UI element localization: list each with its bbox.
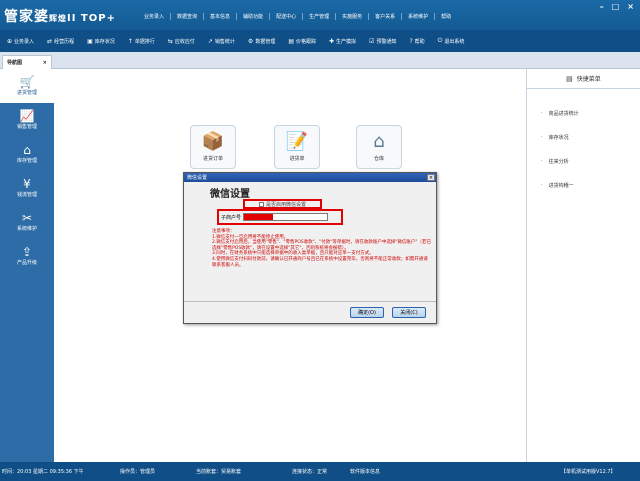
sidebar-item-sales[interactable]: 📈 销售管理 bbox=[0, 103, 54, 137]
sales-icon: ↗ bbox=[207, 37, 213, 45]
sidebar-item-inventory[interactable]: ⌂ 库存管理 bbox=[0, 137, 54, 171]
top-menu: 业务录入 数据查询 基本信息 辅助功能 配送中心 生产管理 实施服务 客户关系 … bbox=[138, 13, 457, 20]
merchant-id-label: 子商户号 bbox=[221, 214, 242, 221]
merchant-id-row: 子商户号 bbox=[217, 209, 343, 225]
toolbar-button-stock[interactable]: ▣ 库存状况 bbox=[87, 38, 115, 45]
sidebar: 🛒 进货管理 📈 销售管理 ⌂ 库存管理 ¥ 钱流管理 ✂ 系统维护 ⇪ 产品升级 bbox=[0, 69, 54, 462]
status-operator: 操作员：管理员 bbox=[120, 469, 156, 475]
notify-icon: ☑ bbox=[369, 37, 375, 45]
data-icon: ⚙ bbox=[247, 37, 254, 45]
monitor-icon: ⊕ bbox=[7, 37, 13, 45]
stock-icon: ▣ bbox=[87, 37, 93, 45]
rank-icon: ↑ bbox=[127, 37, 133, 45]
menu-item[interactable]: 配送中心 bbox=[270, 13, 304, 20]
flow-icon: ⇄ bbox=[47, 37, 53, 45]
status-trial: 【单机测试用版V12.7】 bbox=[561, 469, 616, 475]
checkbox-icon[interactable] bbox=[258, 201, 264, 207]
minimize-icon[interactable]: – bbox=[600, 2, 604, 11]
enable-wechat-checkbox[interactable]: 是否启用微信设置 bbox=[243, 199, 322, 209]
document-icon: 📝 bbox=[285, 131, 309, 152]
chart-icon: 📈 bbox=[19, 109, 35, 123]
sidebar-item-finance[interactable]: ¥ 钱流管理 bbox=[0, 171, 54, 205]
money-icon: ¥ bbox=[23, 177, 31, 191]
close-icon[interactable]: × bbox=[427, 174, 435, 181]
production-icon: ✚ bbox=[329, 37, 335, 45]
tab-strip: 导航图 × bbox=[0, 52, 640, 69]
menu-item[interactable]: 生产管理 bbox=[303, 13, 337, 20]
status-bar: 时间：20:03 星期二 09:35:36 下午 操作员：管理员 当前账套：贸易… bbox=[0, 462, 640, 481]
dialog-notes: 注意事项： 1.微信支付一旦启用将不能停止使用。 2.微信支付启用后，当使用"零… bbox=[212, 229, 431, 268]
toolbar-button-business-entry[interactable]: ⊕ 业务录入 bbox=[7, 38, 34, 45]
toolbar-button-production[interactable]: ✚ 生产模拟 bbox=[329, 38, 356, 45]
app-logo: 管家婆辉煌II TOP+ bbox=[4, 9, 116, 25]
quick-menu-item[interactable]: 进货钩稽一 bbox=[527, 173, 640, 197]
maximize-icon[interactable]: □ bbox=[612, 2, 620, 11]
toolbar-button-price[interactable]: ▤ 价格跟踪 bbox=[288, 38, 316, 45]
nav-card-purchase-order[interactable]: 📦 进货订单 bbox=[190, 125, 236, 169]
tools-icon: ✂ bbox=[21, 211, 33, 225]
house-icon: ⌂ bbox=[373, 131, 385, 152]
dialog-divider bbox=[184, 301, 436, 302]
merchant-id-input[interactable] bbox=[243, 213, 329, 221]
menu-item[interactable]: 帮助 bbox=[435, 13, 457, 20]
status-account: 当前账套：贸易账套 bbox=[196, 469, 242, 475]
menu-item[interactable]: 辅助功能 bbox=[237, 13, 271, 20]
menu-item[interactable]: 系统维护 bbox=[402, 13, 436, 20]
menu-item[interactable]: 数据查询 bbox=[171, 13, 205, 20]
sidebar-item-upgrade[interactable]: ⇪ 产品升级 bbox=[0, 239, 54, 273]
menu-item[interactable]: 客户关系 bbox=[369, 13, 403, 20]
quick-menu-item[interactable]: 往来分析 bbox=[527, 149, 640, 173]
exit-icon: ⏻ bbox=[437, 37, 443, 44]
toolbar-button-history[interactable]: ⇄ 经营历程 bbox=[47, 38, 74, 45]
status-time: 时间：20:03 星期二 09:35:36 下午 bbox=[2, 469, 84, 475]
dialog-title-bar: 微信设置 × bbox=[184, 173, 436, 182]
quick-menu-header: ▤ 快捷菜单 bbox=[527, 69, 640, 89]
toolbar: ⊕ 业务录入 ⇄ 经营历程 ▣ 库存状况 ↑ 单据排行 ⇆ 应收应付 ↗ 销售统计 ⚙ 数据管… bbox=[0, 30, 640, 52]
document-icon: ▤ bbox=[566, 74, 573, 83]
window-controls: – □ × bbox=[600, 2, 634, 11]
quick-menu-item[interactable]: 库存状况 bbox=[527, 125, 640, 149]
help-icon: ? bbox=[409, 37, 413, 45]
menu-item[interactable]: 业务录入 bbox=[138, 13, 172, 20]
quick-menu-panel: ▤ 快捷菜单 商品进货统计 库存状况 往来分析 进货钩稽一 bbox=[526, 69, 640, 462]
receipt-icon: ⇆ bbox=[167, 37, 173, 45]
title-bar: 管家婆辉煌II TOP+ 业务录入 数据查询 基本信息 辅助功能 配送中心 生产… bbox=[0, 0, 640, 30]
wechat-settings-dialog: 微信设置 × 微信设置 是否启用微信设置 子商户号 注意事项： 1.微信支付一旦… bbox=[183, 172, 437, 324]
confirm-button[interactable]: 确定(O) bbox=[350, 307, 384, 318]
warehouse-icon: ⌂ bbox=[23, 143, 31, 157]
tab-navigation[interactable]: 导航图 × bbox=[2, 55, 52, 69]
close-icon[interactable]: × bbox=[627, 2, 634, 11]
nav-card-purchase-bill[interactable]: 📝 进货单 bbox=[274, 125, 320, 169]
price-icon: ▤ bbox=[288, 37, 294, 45]
status-version-notice[interactable]: 软件版本信息 bbox=[350, 468, 380, 475]
toolbar-button-help[interactable]: ? 帮助 bbox=[409, 38, 424, 45]
close-icon[interactable]: × bbox=[43, 60, 47, 66]
toolbar-button-rank[interactable]: ↑ 单据排行 bbox=[128, 38, 155, 45]
redaction-mark bbox=[244, 214, 274, 220]
toolbar-button-exit[interactable]: ⏻ 退出系统 bbox=[438, 37, 465, 45]
toolbar-button-receivable[interactable]: ⇆ 应收应付 bbox=[168, 38, 195, 45]
package-icon: 📦 bbox=[201, 131, 225, 152]
menu-item[interactable]: 基本信息 bbox=[204, 13, 238, 20]
toolbar-button-sales[interactable]: ↗ 销售统计 bbox=[208, 38, 235, 45]
cart-icon: 🛒 bbox=[19, 75, 35, 89]
close-button[interactable]: 关闭(C) bbox=[392, 307, 426, 318]
quick-menu-item[interactable]: 商品进货统计 bbox=[527, 101, 640, 125]
dialog-heading: 微信设置 bbox=[210, 189, 250, 200]
status-connection: 连接状态：正常 bbox=[292, 469, 328, 475]
menu-item[interactable]: 实施服务 bbox=[336, 13, 370, 20]
toolbar-button-data[interactable]: ⚙ 数据管理 bbox=[248, 38, 275, 45]
sidebar-item-system[interactable]: ✂ 系统维护 bbox=[0, 205, 54, 239]
upgrade-icon: ⇪ bbox=[21, 245, 33, 259]
sidebar-item-purchase[interactable]: 🛒 进货管理 bbox=[0, 69, 54, 103]
nav-card-warehouse[interactable]: ⌂ 仓库 bbox=[356, 125, 402, 169]
toolbar-button-notify[interactable]: ☑ 预警通知 bbox=[369, 38, 396, 45]
